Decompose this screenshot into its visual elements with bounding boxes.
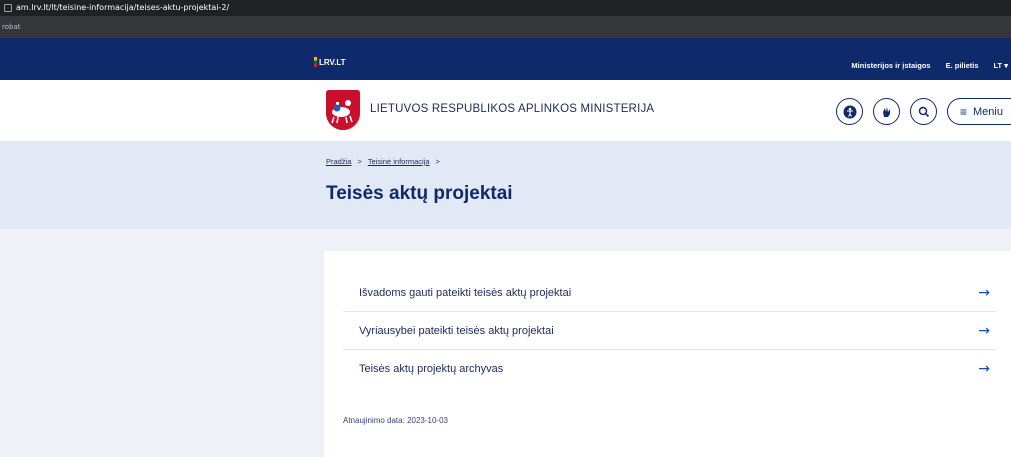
- page-info-icon[interactable]: [4, 4, 12, 12]
- lrv-logo-text: LRV.LT: [319, 57, 346, 67]
- link-row-government[interactable]: Vyriausybei pateikti teisės aktų projekt…: [343, 312, 996, 350]
- page-title: Teisės aktų projektai: [326, 183, 513, 204]
- coat-of-arms-logo[interactable]: [326, 90, 360, 130]
- link-row-conclusions[interactable]: Išvadoms gauti pateikti teisės aktų proj…: [343, 274, 996, 312]
- update-date-label: Atnaujinimo data:: [343, 416, 405, 425]
- breadcrumb: Pradžia > Teisinė informacija >: [326, 157, 446, 166]
- bookmarks-bar: robat: [0, 16, 1011, 38]
- breadcrumb-home[interactable]: Pradžia: [326, 157, 351, 166]
- lithuanian-flag-icon: [314, 57, 317, 67]
- search-button[interactable]: [910, 98, 937, 125]
- lrv-logo[interactable]: LRV.LT: [314, 57, 346, 67]
- link-label[interactable]: Teisės aktų projektų archyvas: [343, 363, 503, 375]
- sign-language-button[interactable]: [873, 98, 900, 125]
- top-navigation-bar: [0, 38, 1011, 80]
- language-label: LT: [993, 61, 1003, 70]
- menu-button[interactable]: ≡ Meniu: [947, 98, 1011, 125]
- link-row-archive[interactable]: Teisės aktų projektų archyvas →: [343, 350, 996, 388]
- link-label[interactable]: Vyriausybei pateikti teisės aktų projekt…: [343, 325, 554, 337]
- link-label[interactable]: Išvadoms gauti pateikti teisės aktų proj…: [343, 287, 571, 299]
- hamburger-icon: ≡: [960, 104, 968, 119]
- breadcrumb-separator: >: [357, 157, 362, 166]
- arrow-right-icon[interactable]: →: [978, 285, 996, 301]
- browser-address-bar[interactable]: am.lrv.lt/lt/teisine-informacija/teises-…: [0, 0, 1011, 16]
- sign-language-icon: [882, 106, 890, 117]
- topnav-link-ministries[interactable]: Ministerijos ir įstaigos: [851, 61, 930, 70]
- arrow-right-icon[interactable]: →: [978, 323, 996, 339]
- topnav-link-e-citizen[interactable]: E. pilietis: [946, 61, 979, 70]
- ministry-name[interactable]: LIETUVOS RESPUBLIKOS APLINKOS MINISTERIJ…: [370, 103, 654, 115]
- menu-label: Meniu: [973, 105, 1003, 118]
- breadcrumb-legal-info[interactable]: Teisinė informacija: [368, 157, 430, 166]
- breadcrumb-separator: >: [435, 157, 440, 166]
- browser-url[interactable]: am.lrv.lt/lt/teisine-informacija/teises-…: [16, 0, 229, 16]
- arrow-right-icon[interactable]: →: [978, 361, 996, 377]
- language-switch[interactable]: LT ▾: [994, 61, 1008, 70]
- bookmark-item[interactable]: robat: [2, 23, 20, 31]
- update-date: Atnaujinimo data: 2023-10-03: [343, 416, 448, 425]
- topnav-links: Ministerijos ir įstaigos E. pilietis LT …: [836, 61, 1011, 70]
- update-date-value: 2023-10-03: [407, 416, 448, 425]
- accessibility-button[interactable]: [836, 98, 863, 125]
- accessibility-icon: [843, 105, 856, 118]
- search-icon: [918, 106, 929, 117]
